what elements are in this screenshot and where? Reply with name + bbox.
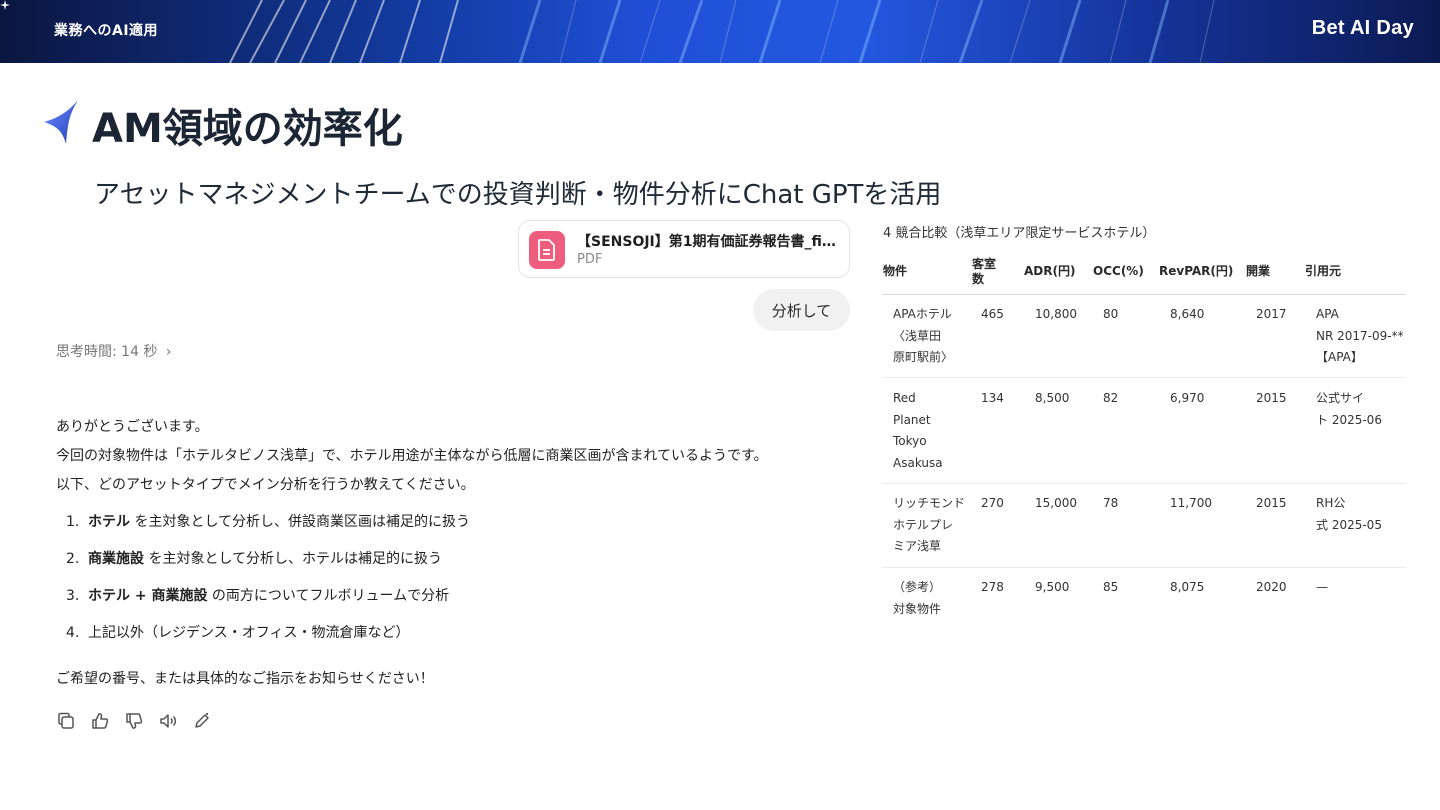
table-cell: 2015 [1256, 391, 1287, 405]
attachment-card[interactable]: 【SENSOJI】第1期有価証券報告書_final_... PDF [518, 220, 850, 278]
chevron-right-icon: › [165, 344, 172, 360]
table-cell: 15,000 [1035, 496, 1077, 510]
row-divider [882, 567, 1406, 568]
table-cell: 2015 [1256, 496, 1287, 510]
reply-option: 3. ホテル + 商業施設 の両方についてフルボリュームで分析 [66, 588, 450, 604]
header-banner: 業務へのAI適用 Bet AI Day [0, 0, 1440, 63]
column-header: ADR(円) [1024, 264, 1076, 278]
column-header: 物件 [883, 264, 908, 278]
speaker-icon[interactable] [158, 711, 178, 731]
page-title: AM領域の効率化 [92, 106, 403, 152]
table-cell: 6,970 [1170, 391, 1205, 405]
attachment-file-type: PDF [577, 252, 603, 267]
table-cell: 10,800 [1035, 307, 1077, 321]
reply-closing: ご希望の番号、または具体的なご指示をお知らせください！ [56, 671, 434, 687]
table-cell: 80 [1103, 307, 1119, 321]
header-divider [882, 294, 1406, 295]
comparison-title: 4 競合比較（浅草エリア限定サービスホテル） [883, 226, 1156, 241]
table-cell: 134 [981, 391, 1004, 405]
message-action-bar [56, 711, 212, 731]
table-cell: 270 [981, 496, 1004, 510]
brand-logo: Bet AI Day [1311, 17, 1414, 39]
column-header: 客室 数 [972, 257, 997, 286]
row-divider [882, 377, 1406, 378]
column-header: RevPAR(円) [1159, 264, 1234, 278]
table-cell-name: リッチモンド ホテルプレ ミア浅草 [893, 496, 966, 553]
copy-icon[interactable] [56, 711, 76, 731]
edit-icon[interactable] [192, 711, 212, 731]
table-cell-source: RH公 式 2025-05 [1316, 496, 1382, 532]
reply-option: 2. 商業施設 を主対象として分析し、ホテルは補足的に扱う [66, 551, 443, 567]
thumbs-up-icon[interactable] [90, 711, 110, 731]
thumbs-down-icon[interactable] [124, 711, 144, 731]
table-cell: 8,075 [1170, 580, 1205, 594]
page-subtitle: アセットマネジメントチームでの投資判断・物件分析にChat GPTを活用 [94, 180, 942, 210]
table-cell-source: 公式サイ ト 2025-06 [1316, 391, 1382, 427]
row-divider [882, 483, 1406, 484]
banner-stripes-decoration [229, 0, 1215, 63]
table-cell: 11,700 [1170, 496, 1212, 510]
table-cell-name: Red Planet Tokyo Asakusa [893, 391, 943, 470]
reply-option: 1. ホテル を主対象として分析し、併設商業区画は補足的に扱う [66, 514, 471, 530]
table-cell: 9,500 [1035, 580, 1070, 594]
table-cell-source: — [1316, 580, 1328, 594]
thinking-time-toggle[interactable]: 思考時間: 14 秒 › [56, 341, 172, 361]
brand-spark-icon [0, 0, 10, 10]
reply-line: 以下、どのアセットタイプでメイン分析を行うか教えてください。 [56, 477, 475, 493]
table-cell: 2017 [1256, 307, 1287, 321]
reply-line: 今回の対象物件は「ホテルタビノス浅草」で、ホテル用途が主体ながら低層に商業区画が… [56, 448, 768, 464]
table-cell: 82 [1103, 391, 1119, 405]
table-cell: 278 [981, 580, 1004, 594]
table-cell-name: （参考） 対象物件 [893, 580, 942, 616]
table-cell: 8,640 [1170, 307, 1205, 321]
column-header: 開業 [1246, 264, 1271, 278]
thinking-time-label: 思考時間: 14 秒 [56, 344, 158, 360]
table-cell: 465 [981, 307, 1004, 321]
table-cell-name: APAホテル 〈浅草田 原町駅前〉 [893, 307, 954, 364]
table-cell: 85 [1103, 580, 1119, 594]
column-header: 引用元 [1305, 264, 1342, 278]
reply-option: 4. 上記以外（レジデンス・オフィス・物流倉庫など） [66, 625, 410, 641]
table-cell: 78 [1103, 496, 1119, 510]
document-icon [529, 231, 565, 269]
reply-line: ありがとうございます。 [56, 419, 209, 435]
attachment-file-name: 【SENSOJI】第1期有価証券報告書_final_... [577, 234, 841, 250]
section-label: 業務へのAI適用 [54, 23, 159, 39]
user-message-bubble: 分析して [753, 289, 850, 331]
column-header: OCC(%) [1093, 264, 1144, 278]
table-cell-source: APA NR 2017-09-** 【APA】 [1316, 307, 1404, 364]
title-star-icon [44, 100, 78, 144]
table-cell: 2020 [1256, 580, 1287, 594]
table-cell: 8,500 [1035, 391, 1070, 405]
